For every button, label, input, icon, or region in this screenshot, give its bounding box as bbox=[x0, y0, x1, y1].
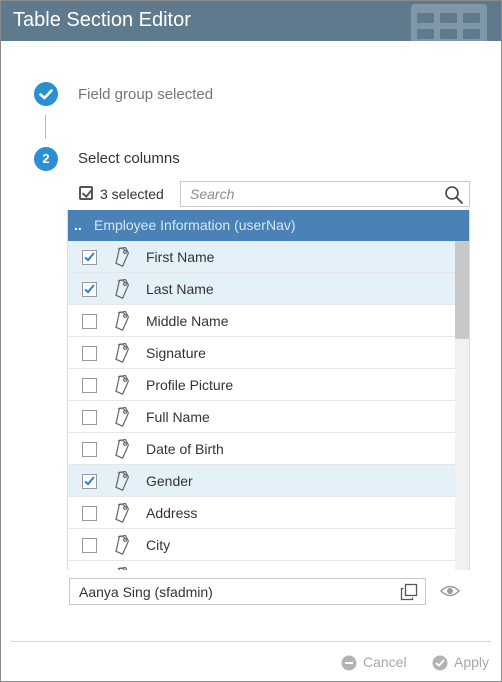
column-rows: First Name Last Name Middle Name Signature P… bbox=[68, 241, 455, 570]
preview-user-field[interactable]: Aanya Sing (sfadmin) bbox=[69, 578, 426, 605]
field-tag-icon bbox=[112, 566, 134, 570]
column-label: First Name bbox=[146, 249, 215, 265]
row-checkbox[interactable] bbox=[82, 378, 97, 393]
row-checkbox[interactable] bbox=[82, 506, 97, 521]
select-all-checkbox[interactable] bbox=[79, 186, 93, 200]
scrollbar-thumb[interactable] bbox=[455, 241, 469, 339]
apply-label: Apply bbox=[454, 654, 490, 670]
dialog-header: Table Section Editor bbox=[1, 1, 501, 41]
field-tag-icon bbox=[112, 534, 134, 556]
field-tag-icon bbox=[112, 502, 134, 524]
column-label: Address bbox=[146, 505, 198, 521]
field-group-title: Employee Information (userNav) bbox=[94, 217, 296, 233]
column-row[interactable]: Date of Birth bbox=[68, 433, 455, 465]
column-label: Signature bbox=[146, 345, 206, 361]
dialog-title: Table Section Editor bbox=[13, 9, 191, 31]
row-checkbox[interactable] bbox=[82, 538, 97, 553]
column-row[interactable]: Middle Name bbox=[68, 305, 455, 337]
column-row[interactable]: Address bbox=[68, 497, 455, 529]
selected-count: 3 selected bbox=[100, 186, 164, 202]
apply-button[interactable]: Apply bbox=[432, 654, 494, 672]
column-row[interactable]: Last Name bbox=[68, 273, 455, 305]
row-checkbox[interactable] bbox=[82, 442, 97, 457]
field-tag-icon bbox=[112, 246, 134, 268]
column-label: Full Name bbox=[146, 409, 210, 425]
cancel-button[interactable]: Cancel bbox=[341, 654, 411, 672]
row-checkbox[interactable] bbox=[82, 282, 97, 297]
column-row[interactable]: Profile Picture bbox=[68, 369, 455, 401]
column-label: Gender bbox=[146, 473, 193, 489]
field-group-header[interactable]: .. Employee Information (userNav) bbox=[68, 210, 469, 241]
parent-nav-dots[interactable]: .. bbox=[74, 217, 82, 233]
cancel-icon bbox=[341, 655, 357, 671]
column-row[interactable]: Signature bbox=[68, 337, 455, 369]
column-label: Date of Birth bbox=[146, 441, 224, 457]
column-row[interactable]: Full Name bbox=[68, 401, 455, 433]
row-checkbox[interactable] bbox=[82, 346, 97, 361]
step-1-label: Field group selected bbox=[78, 86, 214, 103]
field-tag-icon bbox=[112, 374, 134, 396]
field-tag-icon bbox=[112, 438, 134, 460]
column-list: .. Employee Information (userNav) First … bbox=[67, 210, 470, 570]
row-checkbox[interactable] bbox=[82, 410, 97, 425]
step-connector bbox=[45, 115, 46, 139]
list-scrollbar[interactable] bbox=[455, 241, 469, 570]
column-label: Profile Picture bbox=[146, 377, 234, 393]
field-tag-icon bbox=[112, 342, 134, 364]
column-row[interactable] bbox=[68, 561, 455, 570]
column-label: Middle Name bbox=[146, 313, 229, 329]
field-tag-icon bbox=[112, 278, 134, 300]
footer-divider bbox=[11, 641, 491, 642]
column-row[interactable]: City bbox=[68, 529, 455, 561]
search-icon[interactable] bbox=[444, 185, 464, 205]
row-checkbox[interactable] bbox=[82, 474, 97, 489]
field-tag-icon bbox=[112, 406, 134, 428]
row-checkbox[interactable] bbox=[82, 250, 97, 265]
step-2-number: 2 bbox=[34, 147, 58, 171]
table-section-editor-dialog: Table Section Editor Field group selecte… bbox=[0, 0, 502, 682]
field-tag-icon bbox=[112, 310, 134, 332]
apply-check-icon bbox=[432, 655, 448, 671]
column-row[interactable]: Gender bbox=[68, 465, 455, 497]
table-icon bbox=[411, 4, 487, 41]
step-2-label: Select columns bbox=[78, 150, 180, 167]
column-label: Last Name bbox=[146, 281, 214, 297]
step-1-complete-icon bbox=[34, 82, 58, 106]
search-box bbox=[180, 181, 470, 207]
eye-icon[interactable] bbox=[440, 584, 460, 598]
cancel-label: Cancel bbox=[363, 654, 407, 670]
column-row[interactable]: First Name bbox=[68, 241, 455, 273]
column-label: City bbox=[146, 537, 171, 553]
row-checkbox[interactable] bbox=[82, 314, 97, 329]
preview-user-value: Aanya Sing (sfadmin) bbox=[79, 584, 213, 600]
copy-icon[interactable] bbox=[400, 583, 418, 601]
field-tag-icon bbox=[112, 470, 134, 492]
search-input[interactable] bbox=[181, 182, 439, 206]
